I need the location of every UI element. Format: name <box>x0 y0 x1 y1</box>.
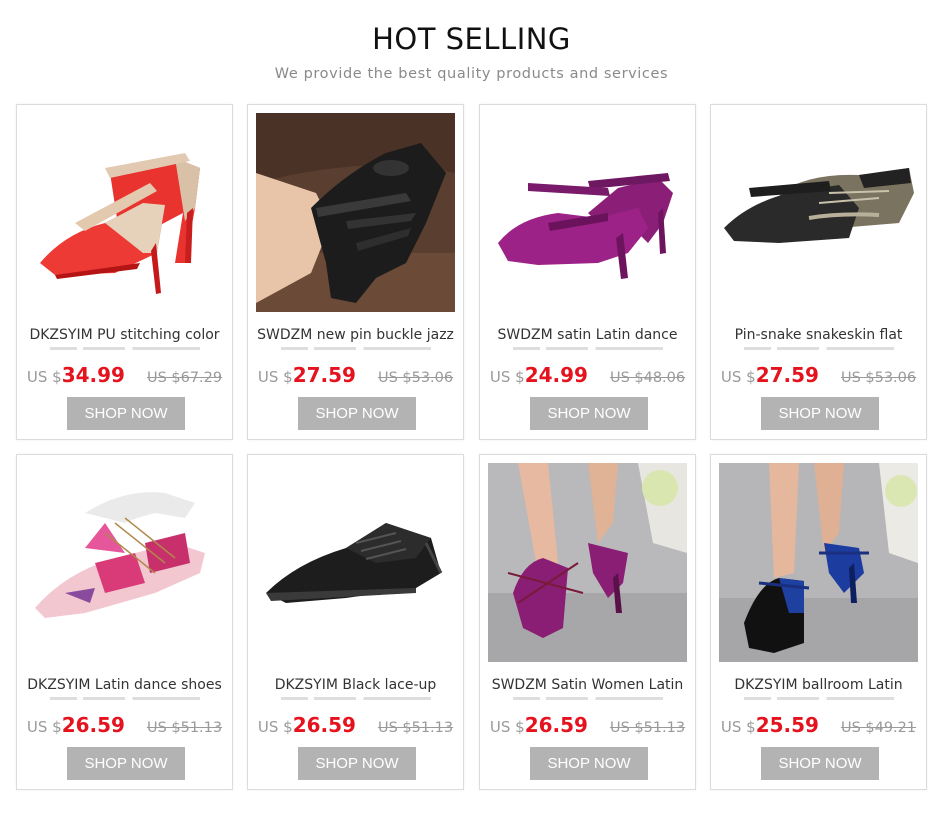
product-name-overflow <box>25 695 224 701</box>
original-price: US $49.21 <box>840 720 917 736</box>
product-name-overflow <box>719 695 918 701</box>
currency-label: US $ <box>489 368 525 386</box>
product-name-overflow <box>488 695 687 701</box>
price-row: US $26.59 US $51.13 <box>488 713 687 737</box>
product-card[interactable]: DKZSYIM ballroom Latin US $25.59 US $49.2… <box>710 454 927 790</box>
product-name-overflow <box>256 345 455 351</box>
product-card[interactable]: DKZSYIM Latin dance shoes US $26.59 US $5… <box>16 454 233 790</box>
shop-now-button[interactable]: SHOP NOW <box>298 747 416 780</box>
original-price: US $67.29 <box>146 370 223 386</box>
section-title: HOT SELLING <box>372 22 571 56</box>
product-name-overflow <box>719 345 918 351</box>
product-name[interactable]: DKZSYIM Latin dance shoes <box>25 675 224 697</box>
sale-price: 26.59 <box>292 713 356 737</box>
shop-now-button[interactable]: SHOP NOW <box>298 397 416 430</box>
section-subtitle: We provide the best quality products and… <box>274 66 669 82</box>
price-row: US $34.99 US $67.29 <box>25 363 224 387</box>
shop-now-button[interactable]: SHOP NOW <box>761 747 879 780</box>
sale-price: 34.99 <box>61 363 125 387</box>
product-name[interactable]: Pin-snake snakeskin flat <box>719 325 918 347</box>
product-card[interactable]: Pin-snake snakeskin flat US $27.59 US $53… <box>710 104 927 440</box>
currency-label: US $ <box>720 718 756 736</box>
shop-now-button[interactable]: SHOP NOW <box>67 397 185 430</box>
price-row: US $24.99 US $48.06 <box>488 363 687 387</box>
black-strap-shoe-photo-icon[interactable] <box>256 113 455 312</box>
currency-label: US $ <box>26 718 62 736</box>
black-lace-up-shoe-icon[interactable] <box>256 463 455 662</box>
sale-price: 25.59 <box>755 713 819 737</box>
product-name-overflow <box>256 695 455 701</box>
product-name-overflow <box>488 345 687 351</box>
currency-label: US $ <box>720 368 756 386</box>
product-card[interactable]: SWDZM Satin Women Latin US $26.59 US $51.… <box>479 454 696 790</box>
product-name[interactable]: SWDZM satin Latin dance <box>488 325 687 347</box>
sale-price: 24.99 <box>524 363 588 387</box>
product-name-overflow <box>25 345 224 351</box>
original-price: US $53.06 <box>377 370 454 386</box>
floral-lace-up-flat-icon[interactable] <box>25 463 224 662</box>
purple-satin-heel-icon[interactable] <box>488 113 687 312</box>
original-price: US $51.13 <box>377 720 454 736</box>
sale-price: 26.59 <box>524 713 588 737</box>
product-name[interactable]: DKZSYIM PU stitching color <box>25 325 224 347</box>
product-card[interactable]: SWDZM satin Latin dance US $24.99 US $48.… <box>479 104 696 440</box>
section-header: HOT SELLING We provide the best quality … <box>0 22 943 82</box>
price-row: US $26.59 US $51.13 <box>256 713 455 737</box>
shop-now-button[interactable]: SHOP NOW <box>761 397 879 430</box>
price-row: US $25.59 US $49.21 <box>719 713 918 737</box>
shop-now-button[interactable]: SHOP NOW <box>530 747 648 780</box>
currency-label: US $ <box>489 718 525 736</box>
original-price: US $51.13 <box>146 720 223 736</box>
currency-label: US $ <box>257 718 293 736</box>
product-name[interactable]: SWDZM new pin buckle jazz <box>256 325 455 347</box>
price-row: US $27.59 US $53.06 <box>256 363 455 387</box>
original-price: US $53.06 <box>840 370 917 386</box>
red-beige-heel-shoe-icon[interactable] <box>25 113 224 312</box>
sale-price: 27.59 <box>292 363 356 387</box>
blue-black-ballroom-heel-icon[interactable] <box>719 463 918 662</box>
product-card[interactable]: DKZSYIM PU stitching color US $34.99 US $… <box>16 104 233 440</box>
product-card[interactable]: DKZSYIM Black lace-up US $26.59 US $51.13… <box>247 454 464 790</box>
price-row: US $26.59 US $51.13 <box>25 713 224 737</box>
snakeskin-flat-shoes-icon[interactable] <box>719 113 918 312</box>
currency-label: US $ <box>26 368 62 386</box>
product-card[interactable]: SWDZM new pin buckle jazz US $27.59 US $5… <box>247 104 464 440</box>
shop-now-button[interactable]: SHOP NOW <box>67 747 185 780</box>
product-name[interactable]: DKZSYIM ballroom Latin <box>719 675 918 697</box>
price-row: US $27.59 US $53.06 <box>719 363 918 387</box>
original-price: US $48.06 <box>609 370 686 386</box>
product-name[interactable]: SWDZM Satin Women Latin <box>488 675 687 697</box>
currency-label: US $ <box>257 368 293 386</box>
original-price: US $51.13 <box>609 720 686 736</box>
sale-price: 26.59 <box>61 713 125 737</box>
sale-price: 27.59 <box>755 363 819 387</box>
shop-now-button[interactable]: SHOP NOW <box>530 397 648 430</box>
purple-satin-worn-heel-icon[interactable] <box>488 463 687 662</box>
product-name[interactable]: DKZSYIM Black lace-up <box>256 675 455 697</box>
